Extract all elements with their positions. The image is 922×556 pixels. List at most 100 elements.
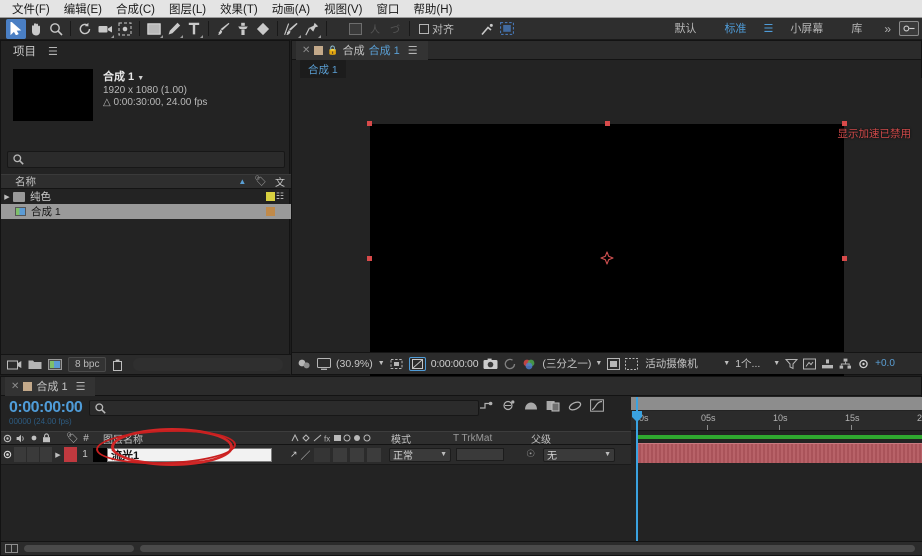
playhead[interactable]	[632, 397, 642, 541]
menu-animation[interactable]: 动画(A)	[265, 0, 317, 18]
layer-quality-switch[interactable]	[313, 447, 330, 462]
timeline-panel-menu-icon[interactable]: ☰	[72, 380, 90, 393]
layer-label-swatch[interactable]	[64, 447, 77, 462]
layer-mode-dropdown[interactable]: 正常 ▼	[389, 447, 451, 462]
layer-duration-bar[interactable]	[637, 443, 922, 463]
selection-handle-tc[interactable]	[605, 121, 610, 126]
layer-video-toggle[interactable]	[1, 445, 14, 465]
new-composition-icon[interactable]	[48, 359, 62, 370]
exposure-reset-icon[interactable]	[857, 358, 870, 370]
project-column-name[interactable]: 名称	[1, 174, 36, 189]
lock-icon[interactable]: 🔒	[327, 45, 338, 56]
breadcrumb-item[interactable]: 合成 1	[300, 59, 346, 79]
parent-pickwhip-icon[interactable]: ☉	[526, 449, 535, 460]
camera-tool-icon[interactable]	[95, 19, 115, 39]
list-item[interactable]: 合成 1	[1, 204, 291, 219]
brush-tool-icon[interactable]	[213, 19, 233, 39]
bit-depth-button[interactable]: 8 bpc	[68, 357, 107, 372]
menu-view[interactable]: 视图(V)	[317, 0, 369, 18]
label-swatch[interactable]	[266, 192, 275, 201]
region-of-interest-icon[interactable]	[390, 358, 404, 370]
chevron-down-icon[interactable]: ▼	[773, 360, 780, 367]
chevron-down-icon[interactable]: ▼	[440, 451, 447, 458]
text-tool-icon[interactable]	[184, 19, 204, 39]
interpret-footage-icon[interactable]	[7, 359, 22, 370]
search-help-icon[interactable]	[899, 21, 919, 36]
layer-effects-switch[interactable]	[332, 447, 347, 462]
layer-shy-switch[interactable]: ↗	[290, 449, 298, 460]
show-channel-icon[interactable]	[522, 358, 537, 370]
puppet-mesh-tool-icon[interactable]	[497, 19, 517, 39]
composition-canvas[interactable]	[367, 121, 847, 394]
composition-panel-menu-icon[interactable]: ☰	[404, 44, 422, 57]
camera-dropdown[interactable]: 活动摄像机 ▼	[645, 356, 730, 371]
timeline-link-icon[interactable]	[821, 358, 834, 370]
fast-previews-icon[interactable]	[803, 358, 817, 370]
chevron-down-icon[interactable]: ▼	[595, 360, 602, 367]
shape-options-icon[interactable]: づ	[385, 19, 405, 39]
chevron-down-icon[interactable]: ▼	[137, 75, 144, 82]
work-area-duration-bar[interactable]	[637, 435, 922, 439]
workspace-library[interactable]: 库	[837, 18, 876, 40]
layer-name-column-header[interactable]: 图层名称	[93, 431, 143, 446]
timeline-scrollbar-left[interactable]	[24, 545, 134, 552]
menu-help[interactable]: 帮助(H)	[406, 0, 459, 18]
selection-tool-icon[interactable]	[6, 18, 26, 39]
clone-stamp-tool-icon[interactable]	[233, 19, 253, 39]
main-viewer-icon[interactable]	[317, 357, 331, 370]
layer-solo-toggle[interactable]	[27, 447, 39, 462]
menu-composition[interactable]: 合成(C)	[109, 0, 162, 18]
current-time-value[interactable]: 0:00:00:00	[431, 358, 479, 370]
table-row[interactable]: ▶ 1 ↗ ／ 正常 ▼ ☉ 无	[1, 445, 631, 465]
menu-file[interactable]: 文件(F)	[5, 0, 57, 18]
selection-handle-tl[interactable]	[367, 121, 372, 126]
draft-3d-icon[interactable]	[502, 399, 516, 412]
pan-behind-tool-icon[interactable]	[115, 19, 135, 39]
resolution-dropdown[interactable]: (三分之一) ▼	[542, 356, 602, 371]
toggle-mask-icon[interactable]	[625, 357, 639, 370]
workspace-overflow-button[interactable]: »	[876, 22, 899, 36]
timeline-scrollbar-right[interactable]	[140, 545, 915, 552]
hide-shy-layers-icon[interactable]	[524, 400, 538, 412]
menu-window[interactable]: 窗口	[369, 0, 406, 18]
label-color-icon[interactable]: 🏷	[254, 176, 267, 187]
project-search-input[interactable]	[7, 151, 285, 168]
timeline-search-field[interactable]	[110, 402, 460, 414]
comp-flowchart-icon[interactable]	[839, 358, 852, 370]
project-footer-scroll[interactable]	[133, 358, 283, 371]
comp-mini-flowchart-icon[interactable]	[479, 400, 494, 412]
hand-tool-icon[interactable]	[26, 19, 46, 39]
rectangle-mask-tool-icon[interactable]	[144, 19, 164, 39]
motion-blur-icon[interactable]	[568, 400, 582, 412]
layer-parent-dropdown[interactable]: 无 ▼	[543, 447, 615, 462]
timeline-graph-area[interactable]: 0s 05s 10s 15s 2	[631, 397, 922, 541]
puppet-starch-tool-icon[interactable]	[477, 19, 497, 39]
exposure-value[interactable]: +0.0	[875, 358, 895, 369]
menu-edit[interactable]: 编辑(E)	[57, 0, 109, 18]
toggle-switches-modes-icon[interactable]	[5, 544, 18, 553]
zoom-tool-icon[interactable]	[46, 19, 66, 39]
sort-ascending-icon[interactable]: ▲	[238, 177, 246, 186]
layer-disclosure-icon[interactable]: ▶	[52, 451, 64, 459]
layer-lock-toggle[interactable]	[40, 447, 52, 462]
puppet-pin-tool-icon[interactable]	[302, 19, 322, 39]
layer-motionblur-switch[interactable]	[366, 447, 381, 462]
region-of-interest-toggle-icon[interactable]	[607, 357, 621, 370]
zoom-dropdown-icon[interactable]: ▼	[378, 360, 385, 367]
pixel-aspect-correction-icon[interactable]	[785, 358, 799, 370]
workspace-menu-icon[interactable]: ☰	[760, 22, 776, 35]
work-area-bar[interactable]	[631, 397, 922, 410]
chevron-down-icon[interactable]: ▼	[723, 360, 730, 367]
anchor-point-icon[interactable]	[600, 251, 614, 264]
graph-editor-icon[interactable]	[590, 399, 604, 412]
label-swatch[interactable]	[266, 207, 275, 216]
workspace-small-screen[interactable]: 小屏幕	[776, 18, 837, 40]
frame-blending-icon[interactable]	[546, 400, 560, 412]
composition-stage[interactable]: 显示加速已禁用	[292, 78, 922, 394]
layer-frameblend-switch[interactable]	[349, 447, 364, 462]
tab-composition[interactable]: ✕ 🔒 合成 合成 1 ☰	[296, 40, 428, 60]
workspace-default[interactable]: 默认	[660, 18, 710, 40]
layer-collapse-switch[interactable]: ／	[301, 447, 311, 462]
take-snapshot-icon[interactable]	[483, 358, 498, 370]
menu-effect[interactable]: 效果(T)	[213, 0, 265, 18]
